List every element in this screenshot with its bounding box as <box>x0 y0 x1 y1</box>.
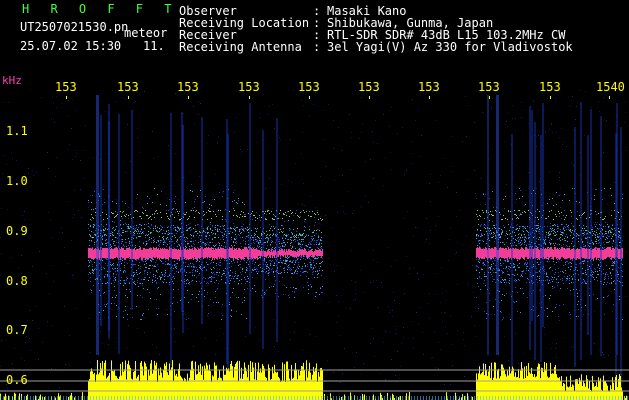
date-time: 25.07.02 15:30 <box>20 39 122 53</box>
x-tick-label: 153 <box>177 80 199 94</box>
antenna-label: Receiving Antenna <box>179 40 302 54</box>
antenna-value: 3el Yagi(V) Az 330 for Vladivostok <box>327 40 573 54</box>
y-tick-label: 1.0 <box>6 174 28 188</box>
mode-label: meteor <box>124 26 168 40</box>
x-tick-label: 153 <box>358 80 380 94</box>
x-tick-label: 153 <box>478 80 500 94</box>
power-bars <box>0 360 628 400</box>
file-name: UT2507021530.pn <box>20 20 129 34</box>
y-unit-label: kHz <box>2 74 22 87</box>
y-tick-label: 0.7 <box>6 323 28 337</box>
x-tick-label: 1540 <box>596 80 625 94</box>
y-tick-label: 1.1 <box>6 124 28 138</box>
app-name: H R O F F T <box>22 2 179 16</box>
y-tick-label: 0.9 <box>6 224 28 238</box>
x-tick-label: 153 <box>117 80 139 94</box>
x-tick-label: 153 <box>298 80 320 94</box>
x-tick-label: 153 <box>238 80 260 94</box>
meteor-signals <box>88 95 623 388</box>
y-tick-label: 0.8 <box>6 274 28 288</box>
x-tick-label: 153 <box>418 80 440 94</box>
x-tick-label: 153 <box>539 80 561 94</box>
axis-ticks <box>66 96 610 99</box>
y-tick-label: 0.6 <box>6 373 28 387</box>
x-tick-label: 153 <box>55 80 77 94</box>
image-count: 11. <box>143 39 165 53</box>
spectrogram-canvas <box>0 90 629 400</box>
colon-4: : <box>313 40 321 54</box>
